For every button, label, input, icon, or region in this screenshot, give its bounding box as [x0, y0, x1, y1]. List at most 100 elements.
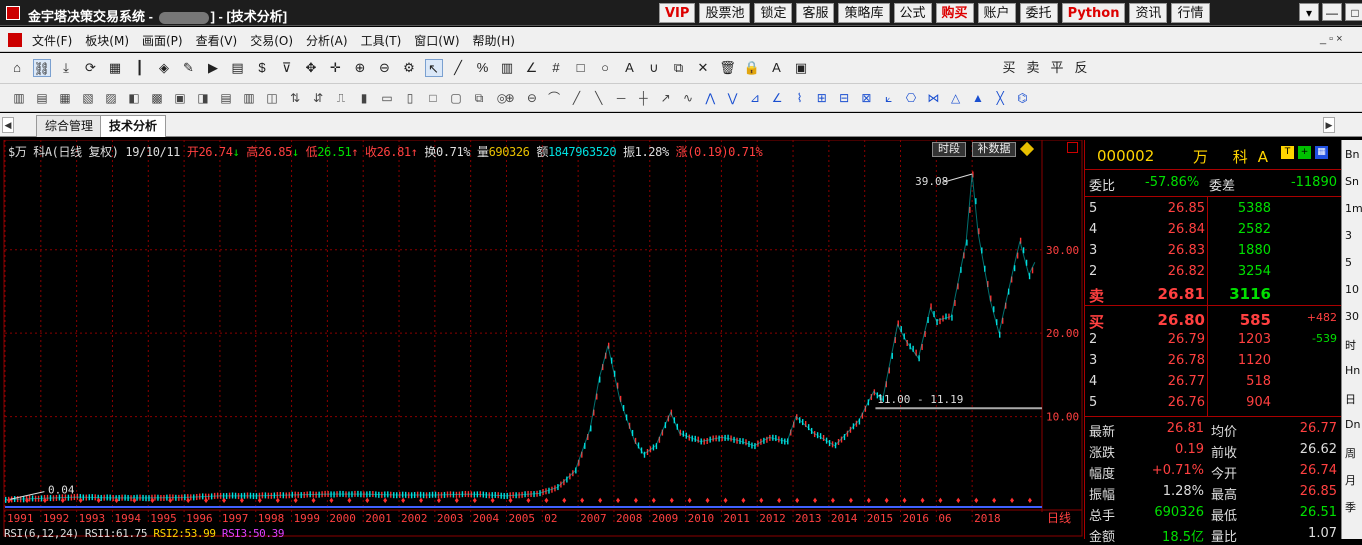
event-marker-icon[interactable]: ♦ — [884, 495, 889, 505]
top-button-0[interactable]: VIP — [659, 3, 696, 23]
event-marker-icon[interactable]: ♦ — [759, 495, 764, 505]
event-marker-icon[interactable]: ♦ — [150, 495, 155, 505]
event-marker-icon[interactable]: ♦ — [813, 495, 818, 505]
buy-row-0[interactable]: 买 26.80 585 +482 — [1085, 309, 1341, 331]
buy-row-3[interactable]: 4 26.77 518 — [1085, 372, 1341, 393]
event-marker-icon[interactable]: ♦ — [472, 495, 477, 505]
event-marker-icon[interactable]: ♦ — [329, 495, 334, 505]
event-marker-icon[interactable]: ♦ — [1028, 495, 1033, 505]
period-button-13[interactable]: 季 — [1345, 499, 1356, 515]
event-marker-icon[interactable]: ♦ — [311, 495, 316, 505]
ruler-icon[interactable]: ▥ — [498, 59, 516, 77]
menu-item-4[interactable]: 交易(O) — [250, 32, 293, 49]
event-marker-icon[interactable]: ♦ — [455, 495, 460, 505]
top-button-10[interactable]: 资讯 — [1129, 3, 1168, 23]
event-marker-icon[interactable]: ♦ — [258, 495, 263, 505]
drawing-tool-2-icon[interactable]: ▦ — [56, 89, 74, 107]
drawing-tool-44-icon[interactable]: ╳ — [991, 89, 1009, 107]
drawing-tool-9-icon[interactable]: ▤ — [217, 89, 235, 107]
delete-icon[interactable]: ✕ — [694, 59, 712, 77]
event-marker-icon[interactable]: ♦ — [43, 495, 48, 505]
event-marker-icon[interactable]: ♦ — [795, 495, 800, 505]
drawing-tool-34-icon[interactable]: ∠ — [768, 89, 786, 107]
event-marker-icon[interactable]: ♦ — [831, 495, 836, 505]
menu-item-1[interactable]: 板块(M) — [85, 32, 129, 49]
settings-icon[interactable]: ⚙ — [400, 59, 418, 77]
menu-item-5[interactable]: 分析(A) — [306, 32, 348, 49]
menu-item-6[interactable]: 工具(T) — [361, 32, 402, 49]
event-marker-icon[interactable]: ♦ — [705, 495, 710, 505]
event-marker-icon[interactable]: ♦ — [383, 495, 388, 505]
refresh-icon[interactable]: ⟳ — [82, 59, 100, 77]
drawing-tool-15-icon[interactable]: ▮ — [355, 89, 373, 107]
sell-row-4[interactable]: 卖 26.81 3116 — [1085, 283, 1341, 305]
event-marker-icon[interactable]: ♦ — [61, 495, 66, 505]
drawing-tool-13-icon[interactable]: ⇵ — [309, 89, 327, 107]
period-button-11[interactable]: 周 — [1345, 445, 1356, 461]
link-icon[interactable]: ⛓ — [32, 59, 51, 77]
time-segment-button[interactable]: 时段 — [932, 142, 966, 157]
period-button-4[interactable]: 5 — [1345, 256, 1352, 269]
download-icon[interactable]: ⤓ — [57, 59, 75, 77]
buy-row-2[interactable]: 3 26.78 1120 — [1085, 351, 1341, 372]
event-marker-icon[interactable]: ♦ — [240, 495, 245, 505]
window-menu-button[interactable]: ▾ — [1299, 3, 1319, 21]
drawing-tool-12-icon[interactable]: ⇅ — [286, 89, 304, 107]
drawing-tool-24-icon[interactable]: ⌒ — [545, 89, 563, 107]
trade-button-3[interactable]: 反 — [1072, 59, 1090, 77]
event-marker-icon[interactable]: ♦ — [616, 495, 621, 505]
sell-row-3[interactable]: 2 26.82 3254 — [1085, 262, 1341, 283]
event-marker-icon[interactable]: ♦ — [401, 495, 406, 505]
event-marker-icon[interactable]: ♦ — [634, 495, 639, 505]
drawing-tool-28-icon[interactable]: ┼ — [634, 89, 652, 107]
percent-icon[interactable]: % — [474, 59, 492, 77]
drawing-tool-45-icon[interactable]: ⌬ — [1014, 89, 1032, 107]
fill-data-button[interactable]: 补数据 — [972, 142, 1016, 157]
drawing-tool-36-icon[interactable]: ⊞ — [813, 89, 831, 107]
play-icon[interactable]: ▶ — [204, 59, 222, 77]
tab-scroll-right-icon[interactable]: ▶ — [1323, 117, 1335, 133]
event-marker-icon[interactable]: ♦ — [687, 495, 692, 505]
tab-technical-analysis[interactable]: 技术分析 — [100, 115, 167, 137]
drawing-tool-8-icon[interactable]: ◨ — [194, 89, 212, 107]
drawing-tool-3-icon[interactable]: ▧ — [79, 89, 97, 107]
mdi-controls[interactable]: _ ▫ × — [1320, 33, 1343, 45]
drawing-tool-17-icon[interactable]: ▯ — [401, 89, 419, 107]
home-icon[interactable]: ⌂ — [8, 59, 26, 77]
event-marker-icon[interactable]: ♦ — [222, 495, 227, 505]
drawing-tool-4-icon[interactable]: ▨ — [102, 89, 120, 107]
event-marker-icon[interactable]: ♦ — [526, 495, 531, 505]
event-marker-icon[interactable]: ♦ — [7, 495, 12, 505]
top-button-2[interactable]: 锁定 — [754, 3, 793, 23]
cursor-icon[interactable]: ↖ — [424, 59, 443, 77]
event-marker-icon[interactable]: ♦ — [902, 495, 907, 505]
event-marker-icon[interactable]: ♦ — [580, 495, 585, 505]
minimize-button[interactable]: — — [1322, 3, 1342, 21]
buy-row-1[interactable]: 2 26.79 1203 -539 — [1085, 330, 1341, 351]
drawing-tool-0-icon[interactable]: ▥ — [10, 89, 28, 107]
event-marker-icon[interactable]: ♦ — [723, 495, 728, 505]
t-icon[interactable]: T — [1281, 146, 1294, 159]
buy-row-4[interactable]: 5 26.76 904 — [1085, 393, 1341, 414]
event-marker-icon[interactable]: ♦ — [186, 495, 191, 505]
event-marker-icon[interactable]: ♦ — [419, 495, 424, 505]
chart-close-icon[interactable] — [1067, 142, 1078, 153]
period-button-7[interactable]: 时 — [1345, 337, 1356, 353]
drawing-tool-7-icon[interactable]: ▣ — [171, 89, 189, 107]
lock-icon[interactable]: 🔒 — [743, 59, 761, 77]
top-button-11[interactable]: 行情 — [1171, 3, 1210, 23]
drawing-tool-38-icon[interactable]: ⊠ — [857, 89, 875, 107]
top-button-8[interactable]: 委托 — [1019, 3, 1058, 23]
period-button-12[interactable]: 月 — [1345, 472, 1356, 488]
period-button-6[interactable]: 30 — [1345, 310, 1359, 323]
event-marker-icon[interactable]: ♦ — [974, 495, 979, 505]
event-marker-icon[interactable]: ♦ — [562, 495, 567, 505]
period-button-8[interactable]: Hn — [1345, 364, 1360, 377]
event-marker-icon[interactable]: ♦ — [78, 495, 83, 505]
drawing-tool-39-icon[interactable]: ⟀ — [880, 89, 898, 107]
event-marker-icon[interactable]: ♦ — [544, 495, 549, 505]
drawing-tool-32-icon[interactable]: ⋁ — [724, 89, 742, 107]
drawing-tool-20-icon[interactable]: ⧉ — [470, 89, 488, 107]
period-button-3[interactable]: 3 — [1345, 229, 1352, 242]
period-button-9[interactable]: 日 — [1345, 391, 1356, 407]
